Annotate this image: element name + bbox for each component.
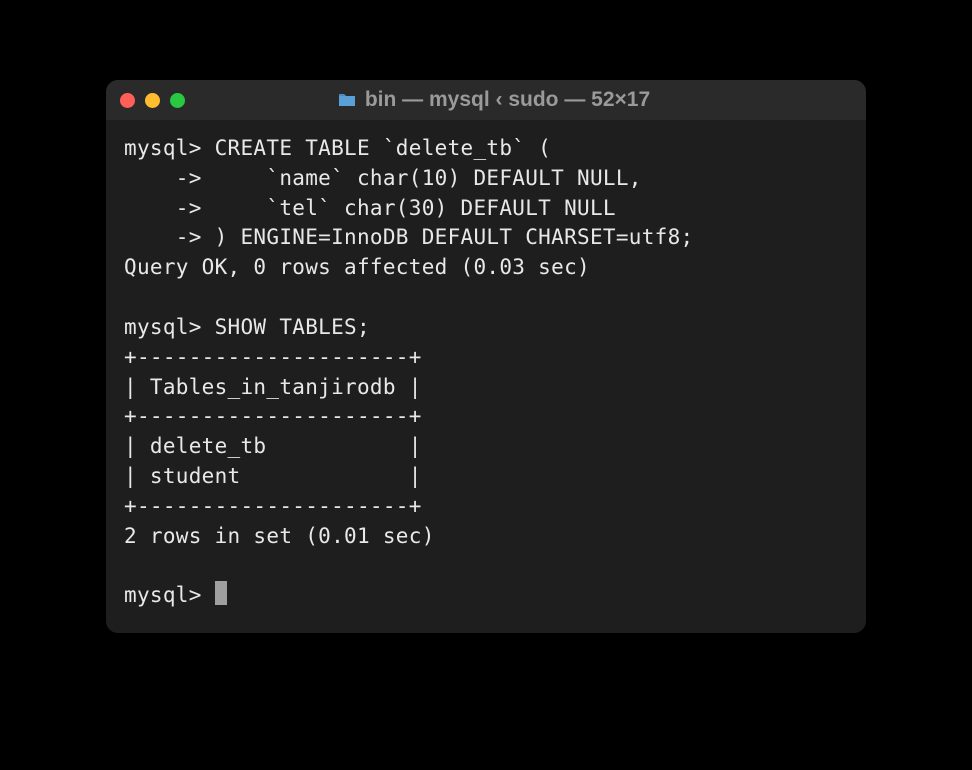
terminal-line: 2 rows in set (0.01 sec)	[124, 524, 435, 548]
terminal-line: +---------------------+	[124, 345, 422, 369]
titlebar[interactable]: bin — mysql ‹ sudo — 52×17	[106, 80, 866, 120]
terminal-line: mysql> SHOW TABLES;	[124, 315, 370, 339]
terminal-line: +---------------------+	[124, 494, 422, 518]
terminal-line: | delete_tb |	[124, 434, 422, 458]
terminal-line: -> `tel` char(30) DEFAULT NULL	[124, 196, 616, 220]
terminal-body[interactable]: mysql> CREATE TABLE `delete_tb` ( -> `na…	[106, 120, 866, 633]
terminal-line: +---------------------+	[124, 404, 422, 428]
cursor	[215, 581, 227, 605]
title-content: bin — mysql ‹ sudo — 52×17	[135, 88, 852, 112]
terminal-line: -> `name` char(10) DEFAULT NULL,	[124, 166, 642, 190]
terminal-line: mysql> CREATE TABLE `delete_tb` (	[124, 136, 551, 160]
terminal-line: -> ) ENGINE=InnoDB DEFAULT CHARSET=utf8;	[124, 225, 694, 249]
terminal-line: | Tables_in_tanjirodb |	[124, 375, 422, 399]
terminal-line: | student |	[124, 464, 422, 488]
terminal-line: Query OK, 0 rows affected (0.03 sec)	[124, 255, 590, 279]
close-button[interactable]	[120, 93, 135, 108]
terminal-window: bin — mysql ‹ sudo — 52×17 mysql> CREATE…	[106, 80, 866, 633]
window-title: bin — mysql ‹ sudo — 52×17	[365, 88, 650, 112]
terminal-prompt: mysql>	[124, 583, 215, 607]
folder-icon	[337, 92, 357, 108]
